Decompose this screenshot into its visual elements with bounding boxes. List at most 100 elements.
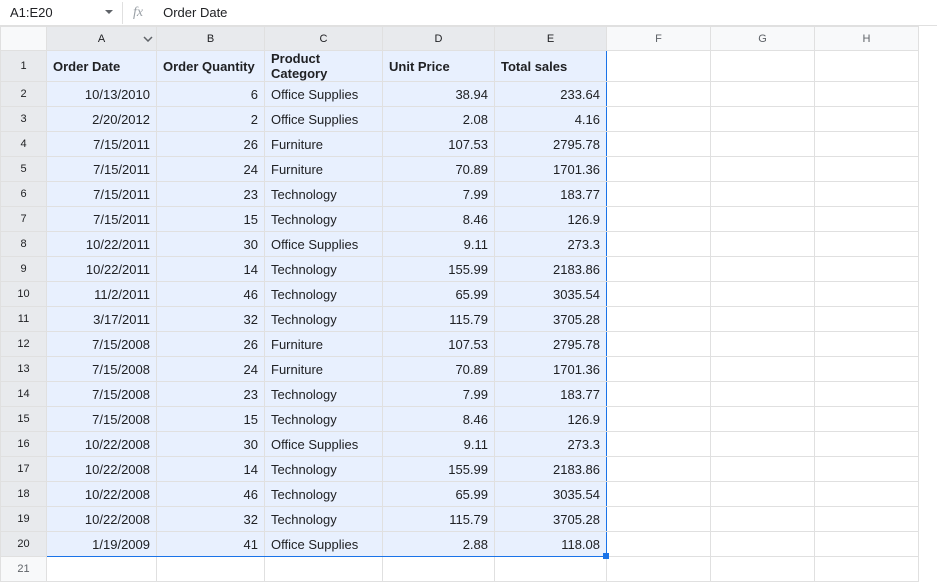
cell-C12[interactable]: Furniture	[265, 332, 383, 357]
cell-G20[interactable]	[711, 532, 815, 557]
cell-G19[interactable]	[711, 507, 815, 532]
cell-D18[interactable]: 65.99	[383, 482, 495, 507]
cell-E19[interactable]: 3705.28	[495, 507, 607, 532]
cell-A7[interactable]: 7/15/2011	[47, 207, 157, 232]
cell-F1[interactable]	[607, 51, 711, 82]
cell-A20[interactable]: 1/19/2009	[47, 532, 157, 557]
cell-B15[interactable]: 15	[157, 407, 265, 432]
name-box[interactable]: A1:E20	[4, 2, 104, 24]
cell-C11[interactable]: Technology	[265, 307, 383, 332]
cell-D19[interactable]: 115.79	[383, 507, 495, 532]
row-header-14[interactable]: 14	[1, 382, 47, 407]
cell-B13[interactable]: 24	[157, 357, 265, 382]
col-header-C[interactable]: C	[265, 27, 383, 51]
cell-D16[interactable]: 9.11	[383, 432, 495, 457]
cell-F15[interactable]	[607, 407, 711, 432]
cell-G17[interactable]	[711, 457, 815, 482]
cell-E13[interactable]: 1701.36	[495, 357, 607, 382]
cell-A12[interactable]: 7/15/2008	[47, 332, 157, 357]
cell-D1[interactable]: Unit Price	[383, 51, 495, 82]
cell-F4[interactable]	[607, 132, 711, 157]
cell-B5[interactable]: 24	[157, 157, 265, 182]
cell-F14[interactable]	[607, 382, 711, 407]
cell-A3[interactable]: 2/20/2012	[47, 107, 157, 132]
cell-H2[interactable]	[815, 82, 919, 107]
cell-B14[interactable]: 23	[157, 382, 265, 407]
cell-F10[interactable]	[607, 282, 711, 307]
cell-E10[interactable]: 3035.54	[495, 282, 607, 307]
cell-F11[interactable]	[607, 307, 711, 332]
cell-B8[interactable]: 30	[157, 232, 265, 257]
cell-G10[interactable]	[711, 282, 815, 307]
cell-D14[interactable]: 7.99	[383, 382, 495, 407]
cell-H20[interactable]	[815, 532, 919, 557]
cell-A4[interactable]: 7/15/2011	[47, 132, 157, 157]
cell-D17[interactable]: 155.99	[383, 457, 495, 482]
cell-E14[interactable]: 183.77	[495, 382, 607, 407]
row-header-19[interactable]: 19	[1, 507, 47, 532]
name-box-dropdown[interactable]	[102, 6, 116, 20]
cell-H3[interactable]	[815, 107, 919, 132]
cell-H17[interactable]	[815, 457, 919, 482]
cell-G13[interactable]	[711, 357, 815, 382]
cell-H4[interactable]	[815, 132, 919, 157]
cell-H7[interactable]	[815, 207, 919, 232]
row-header-21[interactable]: 21	[1, 557, 47, 582]
cell-A9[interactable]: 10/22/2011	[47, 257, 157, 282]
cell-H10[interactable]	[815, 282, 919, 307]
cell-F5[interactable]	[607, 157, 711, 182]
cell-G14[interactable]	[711, 382, 815, 407]
cell-F6[interactable]	[607, 182, 711, 207]
cell-A10[interactable]: 11/2/2011	[47, 282, 157, 307]
cell-G21[interactable]	[711, 557, 815, 582]
cell-D15[interactable]: 8.46	[383, 407, 495, 432]
cell-D12[interactable]: 107.53	[383, 332, 495, 357]
cell-D2[interactable]: 38.94	[383, 82, 495, 107]
cell-A19[interactable]: 10/22/2008	[47, 507, 157, 532]
cell-B19[interactable]: 32	[157, 507, 265, 532]
cell-A16[interactable]: 10/22/2008	[47, 432, 157, 457]
cell-C21[interactable]	[265, 557, 383, 582]
cell-E8[interactable]: 273.3	[495, 232, 607, 257]
cell-C20[interactable]: Office Supplies	[265, 532, 383, 557]
cell-A17[interactable]: 10/22/2008	[47, 457, 157, 482]
cell-A18[interactable]: 10/22/2008	[47, 482, 157, 507]
cell-G9[interactable]	[711, 257, 815, 282]
cell-D20[interactable]: 2.88	[383, 532, 495, 557]
cell-C4[interactable]: Furniture	[265, 132, 383, 157]
cell-E12[interactable]: 2795.78	[495, 332, 607, 357]
cell-D10[interactable]: 65.99	[383, 282, 495, 307]
cell-C17[interactable]: Technology	[265, 457, 383, 482]
cell-C18[interactable]: Technology	[265, 482, 383, 507]
cell-E6[interactable]: 183.77	[495, 182, 607, 207]
cell-B9[interactable]: 14	[157, 257, 265, 282]
cell-E11[interactable]: 3705.28	[495, 307, 607, 332]
row-header-11[interactable]: 11	[1, 307, 47, 332]
cell-G15[interactable]	[711, 407, 815, 432]
cell-D8[interactable]: 9.11	[383, 232, 495, 257]
col-header-D[interactable]: D	[383, 27, 495, 51]
cell-E17[interactable]: 2183.86	[495, 457, 607, 482]
cell-F13[interactable]	[607, 357, 711, 382]
cell-G11[interactable]	[711, 307, 815, 332]
cell-H9[interactable]	[815, 257, 919, 282]
cell-A2[interactable]: 10/13/2010	[47, 82, 157, 107]
cell-C9[interactable]: Technology	[265, 257, 383, 282]
cell-B10[interactable]: 46	[157, 282, 265, 307]
cell-B4[interactable]: 26	[157, 132, 265, 157]
row-header-7[interactable]: 7	[1, 207, 47, 232]
cell-E18[interactable]: 3035.54	[495, 482, 607, 507]
cell-H16[interactable]	[815, 432, 919, 457]
select-all-corner[interactable]	[1, 27, 47, 51]
cell-F17[interactable]	[607, 457, 711, 482]
row-header-4[interactable]: 4	[1, 132, 47, 157]
cell-B16[interactable]: 30	[157, 432, 265, 457]
filter-dropdown-icon[interactable]	[143, 33, 153, 45]
cell-G18[interactable]	[711, 482, 815, 507]
cell-F2[interactable]	[607, 82, 711, 107]
cell-G5[interactable]	[711, 157, 815, 182]
cell-E2[interactable]: 233.64	[495, 82, 607, 107]
cell-G12[interactable]	[711, 332, 815, 357]
cell-C14[interactable]: Technology	[265, 382, 383, 407]
cell-H15[interactable]	[815, 407, 919, 432]
